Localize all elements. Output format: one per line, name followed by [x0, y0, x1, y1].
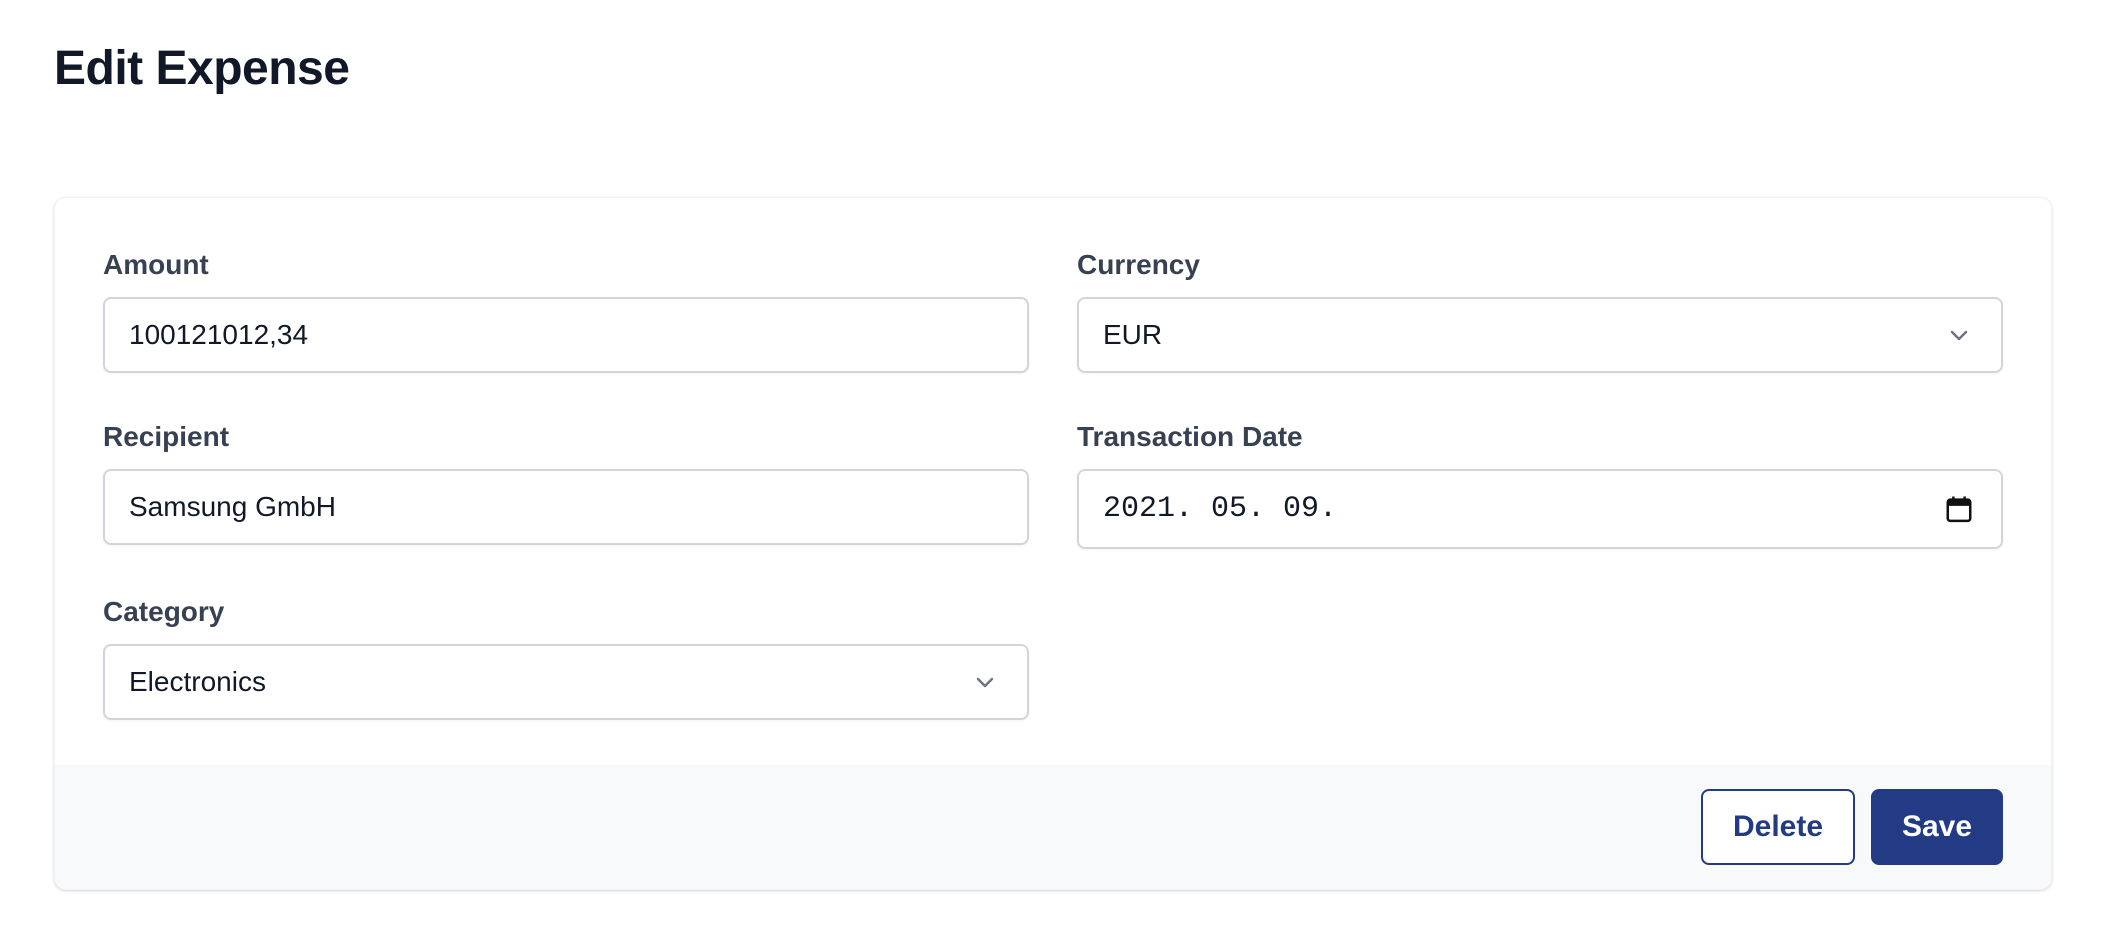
recipient-value: Samsung GmbH — [129, 491, 336, 522]
chevron-down-icon — [1941, 317, 1977, 353]
currency-select[interactable]: EUR — [1077, 297, 2003, 373]
save-button[interactable]: Save — [1871, 789, 2003, 865]
edit-expense-page: Edit Expense Amount 100121012,34 Currenc… — [0, 0, 2102, 944]
amount-label: Amount — [103, 249, 209, 280]
transaction-date-field-group: Transaction Date 2021. 05. 09. — [1077, 420, 2003, 549]
delete-button[interactable]: Delete — [1701, 789, 1855, 865]
currency-label: Currency — [1077, 249, 1200, 280]
currency-field-group: Currency EUR — [1077, 248, 2003, 373]
transaction-date-label: Transaction Date — [1077, 421, 1303, 452]
amount-input[interactable]: 100121012,34 — [103, 297, 1029, 373]
calendar-icon[interactable] — [1941, 491, 1977, 527]
form-footer: Delete Save — [55, 765, 2051, 889]
expense-form-card: Amount 100121012,34 Currency EUR Recipie… — [54, 197, 2052, 890]
category-field-group: Category Electronics — [103, 595, 1029, 720]
recipient-field-group: Recipient Samsung GmbH — [103, 420, 1029, 545]
category-label: Category — [103, 596, 225, 627]
recipient-label: Recipient — [103, 421, 230, 452]
amount-value: 100121012,34 — [129, 319, 309, 350]
category-select[interactable]: Electronics — [103, 644, 1029, 720]
chevron-down-icon — [967, 664, 1003, 700]
recipient-input[interactable]: Samsung GmbH — [103, 469, 1029, 545]
category-value: Electronics — [129, 666, 266, 697]
transaction-date-input[interactable]: 2021. 05. 09. — [1077, 469, 2003, 549]
currency-value: EUR — [1103, 319, 1163, 350]
transaction-date-value: 2021. 05. 09. — [1103, 492, 1338, 526]
amount-field-group: Amount 100121012,34 — [103, 248, 1029, 373]
page-title: Edit Expense — [54, 42, 350, 95]
